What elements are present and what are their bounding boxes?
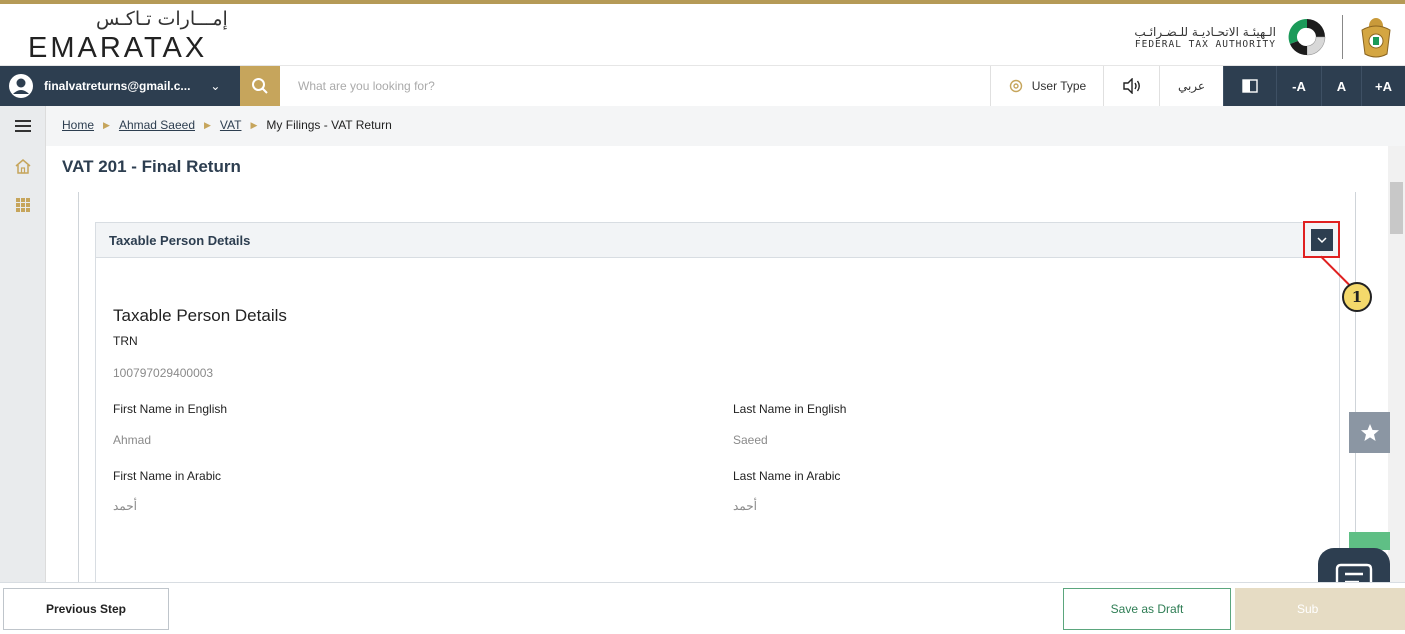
first-name-en-value: Ahmad bbox=[113, 433, 152, 447]
font-increase-button[interactable]: +A bbox=[1361, 66, 1405, 106]
home-icon bbox=[15, 158, 31, 174]
fta-branding: الـهيئـة الاتحـاديـة للـضـرائـب FEDERAL … bbox=[1134, 8, 1395, 66]
first-name-en-label: First Name in English bbox=[113, 402, 228, 416]
breadcrumb-separator-icon: ▶ bbox=[103, 119, 110, 130]
page-title: VAT 201 - Final Return bbox=[62, 157, 241, 176]
star-icon bbox=[1360, 424, 1379, 441]
sidebar-item-home[interactable] bbox=[0, 150, 46, 182]
trn-value: 100797029400003 bbox=[113, 366, 214, 380]
language-label: عربي bbox=[1177, 79, 1206, 93]
left-sidebar bbox=[0, 106, 46, 582]
trn-label: TRN bbox=[113, 334, 138, 348]
section-body-title: Taxable Person Details bbox=[113, 306, 287, 325]
speaker-icon bbox=[1122, 78, 1140, 94]
language-toggle[interactable]: عربي bbox=[1159, 66, 1223, 106]
annotation-step-marker: 1 bbox=[1342, 282, 1372, 312]
user-type-button[interactable]: User Type bbox=[990, 66, 1103, 106]
text-to-speech-button[interactable] bbox=[1103, 66, 1159, 106]
save-draft-button[interactable]: Save as Draft bbox=[1063, 588, 1231, 630]
logo-emaratax[interactable]: EMARATAX bbox=[28, 32, 207, 65]
sidebar-item-apps[interactable] bbox=[0, 189, 46, 221]
last-name-ar-value: أحمد bbox=[733, 499, 757, 513]
breadcrumb-vat[interactable]: VAT bbox=[220, 118, 242, 132]
footer-action-bar: Previous Step Save as Draft Sub bbox=[0, 582, 1405, 634]
breadcrumb-home[interactable]: Home bbox=[62, 118, 94, 132]
fta-logo-icon bbox=[1288, 18, 1326, 56]
search-button[interactable] bbox=[240, 66, 280, 106]
font-decrease-button[interactable]: -A bbox=[1276, 66, 1321, 106]
first-name-ar-label: First Name in Arabic bbox=[113, 469, 222, 483]
scrollbar-thumb[interactable] bbox=[1390, 182, 1403, 234]
section-header-title: Taxable Person Details bbox=[109, 233, 251, 248]
last-name-ar-label: Last Name in Arabic bbox=[733, 469, 841, 483]
search-icon bbox=[252, 78, 268, 94]
logo-arabic-text: إمـــارات تـاكـس bbox=[96, 8, 228, 30]
user-account-menu[interactable]: finalvatreturns@gmail.c... ⌄ bbox=[0, 66, 240, 106]
top-header: إمـــارات تـاكـس EMARATAX الـهيئـة الاتح… bbox=[0, 0, 1405, 66]
fta-english-name: FEDERAL TAX AUTHORITY bbox=[1134, 38, 1276, 50]
last-name-en-value: Saeed bbox=[733, 433, 768, 447]
fta-arabic-name: الـهيئـة الاتحـاديـة للـضـرائـب bbox=[1134, 24, 1276, 39]
breadcrumb-separator-icon: ▶ bbox=[204, 119, 211, 130]
user-type-label: User Type bbox=[1031, 79, 1087, 93]
previous-step-button[interactable]: Previous Step bbox=[3, 588, 169, 630]
contrast-icon bbox=[1242, 79, 1258, 93]
hamburger-icon bbox=[15, 120, 31, 132]
last-name-en-label: Last Name in English bbox=[733, 402, 847, 416]
grid-icon bbox=[16, 198, 30, 212]
breadcrumb-separator-icon: ▶ bbox=[250, 119, 258, 130]
user-email: finalvatreturns@gmail.c... bbox=[44, 79, 191, 93]
breadcrumb-current: My Filings - VAT Return bbox=[266, 118, 392, 132]
gear-icon bbox=[1009, 79, 1022, 93]
breadcrumb-taxpayer[interactable]: Ahmad Saeed bbox=[119, 118, 195, 132]
font-normal-button[interactable]: A bbox=[1321, 66, 1361, 106]
uae-crest-icon bbox=[1361, 18, 1391, 58]
submit-button[interactable]: Sub bbox=[1235, 588, 1405, 630]
contrast-toggle[interactable] bbox=[1223, 66, 1276, 106]
breadcrumb: Home ▶ Ahmad Saeed ▶ VAT ▶ My Filings - … bbox=[62, 118, 392, 132]
section-header-taxable-person[interactable]: Taxable Person Details bbox=[95, 222, 1340, 258]
search-input[interactable] bbox=[280, 66, 990, 106]
menu-toggle-button[interactable] bbox=[0, 110, 46, 142]
first-name-ar-value: أحمد bbox=[113, 499, 137, 513]
user-avatar-icon bbox=[9, 74, 33, 98]
annotation-highlight bbox=[1303, 221, 1340, 258]
chevron-down-icon: ⌄ bbox=[210, 79, 221, 93]
favorite-button[interactable] bbox=[1349, 412, 1390, 453]
nav-bar: finalvatreturns@gmail.c... ⌄ User Type ع… bbox=[0, 66, 1405, 106]
